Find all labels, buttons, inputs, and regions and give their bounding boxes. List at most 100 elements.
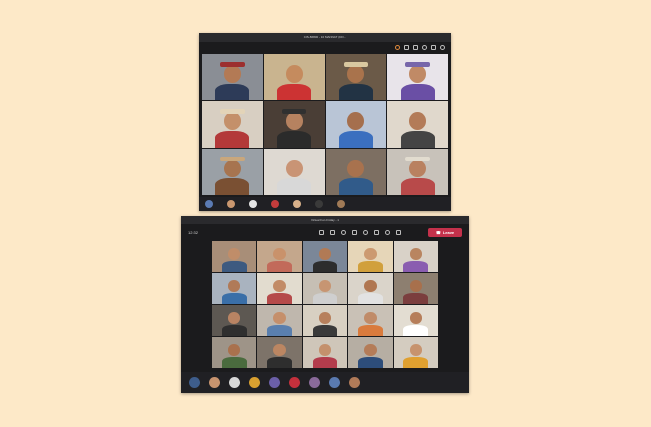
participant-video-tile[interactable] [325, 54, 387, 101]
participant-face [409, 65, 427, 83]
participant-video-tile[interactable] [257, 305, 302, 336]
participant-face [364, 248, 377, 261]
participant-video-tile[interactable] [302, 337, 348, 368]
participant-face [318, 248, 332, 261]
phone-icon: ☎ [435, 230, 441, 235]
participant-video-tile[interactable] [325, 148, 387, 195]
participant-video-tile[interactable] [302, 241, 348, 272]
participant-body [215, 178, 250, 195]
participant-avatar[interactable] [309, 377, 320, 388]
chat-icon[interactable] [330, 230, 335, 235]
participant-video-tile[interactable] [263, 101, 325, 148]
participant-face [227, 312, 241, 325]
participant-hat [405, 156, 430, 162]
people-icon[interactable] [404, 45, 409, 50]
participant-face [223, 112, 241, 131]
participant-hat [343, 61, 369, 67]
participant-video-tile[interactable] [212, 241, 257, 272]
more-icon[interactable] [422, 45, 427, 50]
participant-video-tile[interactable] [393, 305, 438, 336]
participant-face [285, 159, 303, 178]
participant-video-tile[interactable] [393, 241, 438, 272]
leave-button[interactable]: ☎ Leave [428, 228, 462, 237]
raise-hand-icon[interactable] [341, 230, 346, 235]
people-icon[interactable] [319, 230, 324, 235]
participant-video-tile[interactable] [387, 148, 448, 195]
share-icon[interactable] [396, 230, 401, 235]
participant-video-tile[interactable] [387, 54, 448, 101]
participant-face [347, 65, 365, 83]
participant-video-tile[interactable] [257, 273, 302, 304]
camera-icon[interactable] [431, 45, 436, 50]
participant-face [409, 344, 422, 357]
participant-avatar[interactable] [293, 200, 301, 208]
participant-face [227, 248, 241, 261]
participant-avatar[interactable] [329, 377, 340, 388]
participant-body [338, 178, 373, 195]
toolbar [395, 45, 445, 50]
participant-body [221, 260, 247, 272]
participant-avatar[interactable] [271, 200, 279, 208]
call-controls [319, 230, 401, 235]
participant-avatar[interactable] [189, 377, 200, 388]
participant-video-tile[interactable] [302, 273, 348, 304]
participant-video-tile[interactable] [325, 101, 387, 148]
participant-body [312, 324, 338, 336]
participant-video-tile[interactable] [393, 337, 438, 368]
participant-avatar[interactable] [289, 377, 300, 388]
participant-avatar[interactable] [209, 377, 220, 388]
window-title-bar: Virtual Fun Friday - 1 [181, 216, 469, 224]
participant-face [227, 344, 241, 357]
participant-body [357, 356, 383, 368]
participant-body [277, 83, 312, 101]
mic-icon[interactable] [385, 230, 390, 235]
participant-body [312, 292, 338, 304]
participant-avatar[interactable] [227, 200, 235, 208]
participant-video-tile[interactable] [202, 101, 263, 148]
window-title: CIS-86800 - 10 MANNAT (DO... [303, 35, 347, 39]
participant-video-tile[interactable] [302, 305, 348, 336]
participant-video-tile[interactable] [212, 305, 257, 336]
participant-body [403, 324, 429, 336]
participant-face [318, 280, 332, 293]
participant-video-tile[interactable] [257, 241, 302, 272]
participant-video-tile[interactable] [263, 148, 325, 195]
participant-avatar[interactable] [349, 377, 360, 388]
participant-video-tile[interactable] [263, 54, 325, 101]
participant-avatar[interactable] [315, 200, 323, 208]
participant-body [403, 292, 429, 304]
chat-icon[interactable] [413, 45, 418, 50]
participant-face [273, 312, 286, 325]
participant-face [223, 65, 241, 83]
participant-avatar[interactable] [337, 200, 345, 208]
participant-avatar[interactable] [229, 377, 240, 388]
participant-video-tile[interactable] [257, 337, 302, 368]
participant-face [409, 112, 427, 131]
participant-avatar[interactable] [269, 377, 280, 388]
participant-video-tile[interactable] [393, 273, 438, 304]
more-icon[interactable] [363, 230, 368, 235]
reaction-icon[interactable] [395, 45, 400, 50]
participant-hat [220, 109, 245, 114]
participant-video-tile[interactable] [212, 273, 257, 304]
participant-body [215, 130, 250, 148]
participant-video-tile[interactable] [387, 101, 448, 148]
participant-avatar[interactable] [249, 377, 260, 388]
participant-body [357, 292, 383, 304]
participant-video-tile[interactable] [202, 148, 263, 195]
mic-icon[interactable] [440, 45, 445, 50]
call-time: 12:32 [188, 230, 199, 235]
participant-hat [220, 156, 245, 162]
participant-face [285, 112, 303, 131]
participant-video-tile[interactable] [348, 305, 393, 336]
participant-body [400, 83, 435, 101]
participant-video-tile[interactable] [348, 241, 393, 272]
participant-avatar[interactable] [205, 200, 213, 208]
camera-icon[interactable] [374, 230, 379, 235]
participant-video-tile[interactable] [348, 273, 393, 304]
participant-video-tile[interactable] [202, 54, 263, 101]
participant-video-tile[interactable] [348, 337, 393, 368]
participant-video-tile[interactable] [212, 337, 257, 368]
rooms-icon[interactable] [352, 230, 357, 235]
participant-avatar[interactable] [249, 200, 257, 208]
